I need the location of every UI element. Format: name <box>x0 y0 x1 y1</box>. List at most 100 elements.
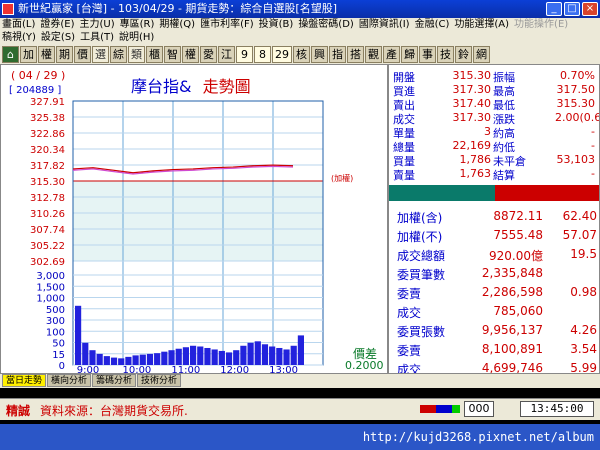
status-left: 精誠 <box>6 404 31 418</box>
quote-value: 53,103 <box>556 153 596 166</box>
volume-bar <box>269 346 276 365</box>
quote-value: 317.40 <box>452 97 492 110</box>
toolbar-button[interactable]: 權 <box>182 45 199 63</box>
close-button[interactable]: × <box>582 2 598 16</box>
quote-label: 賣量 <box>393 169 415 182</box>
menu-item[interactable]: 期權(Q) <box>159 18 195 31</box>
volume-bar <box>82 342 89 365</box>
price-tick-label: 312.78 <box>30 193 65 204</box>
toolbar-button[interactable]: 權 <box>38 45 55 63</box>
menu-item[interactable]: 專區(R) <box>120 18 155 31</box>
price-tick-label: 310.26 <box>30 209 65 220</box>
menu-item[interactable]: 工具(T) <box>80 31 114 44</box>
menu-item[interactable]: 操盤密碼(D) <box>298 18 354 31</box>
toolbar-button[interactable]: 加 <box>20 45 37 63</box>
price-tick-label: 307.74 <box>30 225 65 236</box>
quote-value: 22,169 <box>452 139 492 152</box>
price-line-label: (加權) <box>331 174 354 183</box>
index-label: 成交總額 <box>397 249 446 263</box>
volume-bar <box>139 354 146 365</box>
menu-item[interactable]: 匯市利率(F) <box>200 18 254 31</box>
menu-item[interactable]: 證券(E) <box>40 18 74 31</box>
toolbar-button[interactable]: 事 <box>419 45 436 63</box>
quote-value: 315.30 <box>556 97 596 110</box>
toolbar-button[interactable]: 8 <box>254 45 271 63</box>
price-tick-label: 325.38 <box>30 113 65 124</box>
taskbar: http://kujd3268.pixnet.net/album <box>0 424 600 450</box>
below-reference-area <box>73 181 323 261</box>
price-series-line <box>72 165 294 175</box>
menu-item[interactable]: 投資(B) <box>259 18 294 31</box>
status-indicator <box>420 405 460 413</box>
volume-bar <box>240 345 247 365</box>
volume-tick-label: 15 <box>52 350 65 361</box>
toolbar-button[interactable]: 選 <box>92 45 109 63</box>
toolbar-button[interactable]: 9 <box>236 45 253 63</box>
toolbar-button[interactable]: 期 <box>56 45 73 63</box>
spread-value: 0.2000 <box>345 359 384 372</box>
tab-0[interactable]: 當日走勢 <box>2 374 47 387</box>
menu-item[interactable]: 功能選擇(A) <box>454 18 509 31</box>
menu-item[interactable]: 稿視(Y) <box>2 31 36 44</box>
tab-1[interactable]: 橫向分析 <box>47 374 92 387</box>
menu-item[interactable]: 國際資訊(I) <box>359 18 410 31</box>
menu-item[interactable]: 金融(C) <box>415 18 450 31</box>
price-tick-label: 315.30 <box>30 177 65 188</box>
quote-panel: 開盤 315.30 振幅 0.70% 買進 317.30 最高 317.50 賣出 317.40 最… <box>388 64 600 374</box>
menu-item[interactable]: 畫面(L) <box>2 18 35 31</box>
toolbar-button[interactable]: 愛 <box>200 45 217 63</box>
menu-item[interactable]: 功能操作(E) <box>514 18 568 31</box>
volume-tick-label: 100 <box>46 327 65 338</box>
toolbar-button[interactable]: 29 <box>272 45 292 63</box>
toolbar-button[interactable]: 江 <box>218 45 235 63</box>
volume-bar <box>276 347 283 365</box>
toolbar-button[interactable]: 指 <box>329 45 346 63</box>
price-tick-label: 305.22 <box>30 241 65 252</box>
index-value: 3.54 <box>570 342 597 356</box>
toolbar-button[interactable]: 櫃 <box>146 45 163 63</box>
menu-item[interactable]: 說明(H) <box>119 31 154 44</box>
quote-value: 0.70% <box>560 69 595 82</box>
volume-tick-label: 1,000 <box>36 294 65 305</box>
tab-2[interactable]: 籌碼分析 <box>92 374 137 387</box>
volume-bar <box>254 341 261 365</box>
minimize-button[interactable]: _ <box>546 2 562 16</box>
toolbar-button[interactable]: 鈴 <box>455 45 472 63</box>
toolbar-button[interactable]: 技 <box>437 45 454 63</box>
volume-bar <box>225 352 233 365</box>
toolbar-button[interactable]: 智 <box>164 45 181 63</box>
index-value: 2,286,598 <box>481 285 543 299</box>
toolbar-button[interactable]: 興 <box>311 45 328 63</box>
toolbar: ⌂ 加權期價選綜類櫃智權愛江 9 8 29 核興指搭觀產歸事技鈴網 <box>0 44 600 64</box>
volume-bar <box>96 353 103 365</box>
home-icon[interactable]: ⌂ <box>2 45 19 63</box>
toolbar-button[interactable]: 綜 <box>110 45 127 63</box>
status-code[interactable]: 000 <box>464 401 494 417</box>
volume-bar <box>154 353 161 365</box>
toolbar-button[interactable]: 價 <box>74 45 91 63</box>
trend-chart: ( 04 / 29 ) [ 204889 ] 摩台指& 走勢圖 327.91 32… <box>0 64 388 374</box>
volume-bar <box>89 350 96 365</box>
tab-3[interactable]: 技術分析 <box>137 374 182 387</box>
status-time: 13:45:00 <box>520 401 594 417</box>
toolbar-button[interactable]: 搭 <box>347 45 364 63</box>
volume-bar <box>197 346 204 365</box>
maximize-button[interactable]: □ <box>564 2 580 16</box>
toolbar-button[interactable]: 觀 <box>365 45 382 63</box>
time-tick-label: 10:00 <box>122 365 151 374</box>
menu-item[interactable]: 主力(U) <box>80 18 115 31</box>
index-value: 57.07 <box>562 228 597 242</box>
volume-ratio-band <box>389 185 599 201</box>
index-label: 成交 <box>397 306 422 320</box>
price-tick-label: 322.86 <box>30 129 65 140</box>
quote-value: 3 <box>484 125 491 138</box>
toolbar-button[interactable]: 歸 <box>401 45 418 63</box>
toolbar-button[interactable]: 類 <box>128 45 145 63</box>
price-tick-label: 320.34 <box>30 145 65 156</box>
volume-bar <box>247 342 254 365</box>
toolbar-button[interactable]: 網 <box>473 45 490 63</box>
toolbar-button[interactable]: 產 <box>383 45 400 63</box>
volume-bar <box>175 348 182 365</box>
menu-item[interactable]: 設定(S) <box>41 31 75 44</box>
toolbar-button[interactable]: 核 <box>293 45 310 63</box>
